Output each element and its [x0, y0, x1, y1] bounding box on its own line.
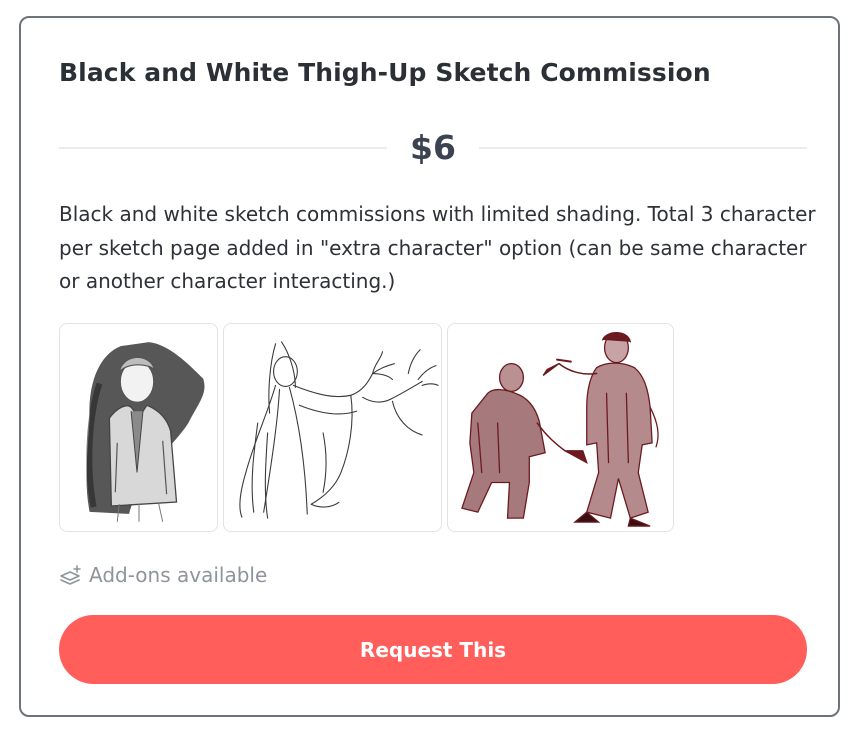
sketch-fight-image [461, 332, 659, 527]
layers-plus-icon [60, 565, 81, 585]
commission-card: Black and White Thigh-Up Sketch Commissi… [19, 16, 840, 717]
price-divider-left [59, 147, 387, 149]
request-this-button[interactable]: Request This [59, 615, 807, 684]
addons-label: Add-ons available [89, 563, 268, 587]
commission-description: Black and white sketch commissions with … [59, 202, 816, 293]
sketch-man-jacket-image [86, 342, 205, 522]
price-label: $6 [410, 128, 456, 167]
gallery-thumb-2[interactable] [223, 323, 442, 532]
price-row: $6 [59, 124, 807, 174]
sketch-wizard-image [239, 341, 439, 519]
addons-available: Add-ons available [59, 561, 267, 589]
gallery-thumb-1[interactable] [59, 323, 218, 532]
gallery-thumb-3[interactable] [447, 323, 674, 532]
price-divider-right [479, 147, 807, 149]
commission-title: Black and White Thigh-Up Sketch Commissi… [59, 58, 711, 87]
